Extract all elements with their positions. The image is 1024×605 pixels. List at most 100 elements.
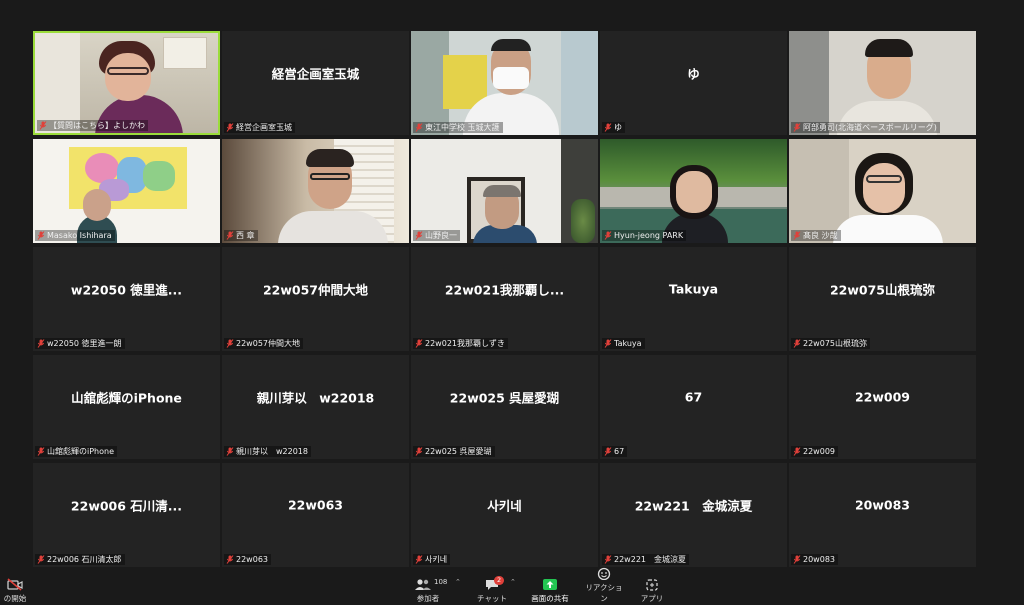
participant-tile[interactable]: 22w021我那覇し... 22w021我那覇しずき [411, 247, 598, 351]
participant-name-label: 西 章 [224, 230, 258, 241]
participant-name-label: w22050 徳里進一朗 [35, 338, 125, 349]
participant-tile[interactable]: 山野良一 [411, 139, 598, 243]
participant-name-text: Takuya [614, 339, 642, 348]
participant-name-text: 東江中学校 玉城大護 [425, 123, 500, 132]
start-video-label: の開始 [3, 594, 27, 603]
participant-tile[interactable]: 22w025 呉屋愛瑚 22w025 呉屋愛瑚 [411, 355, 598, 459]
share-screen-button[interactable]: 画面の共有 [527, 578, 573, 604]
participant-name-label: 20w083 [791, 554, 838, 565]
participant-name-text: 髙良 沙哉 [803, 231, 838, 240]
participant-name-label: 22w221 金城涼夏 [602, 554, 689, 565]
reactions-label: リアクション [585, 583, 623, 603]
participant-display-name: 親川芽以 w22018 [256, 390, 375, 406]
mic-muted-icon [226, 231, 234, 240]
mic-muted-icon [226, 447, 234, 456]
mic-muted-icon [793, 123, 801, 132]
participant-tile[interactable]: 22w006 石川清... 22w006 石川清太郎 [33, 463, 220, 567]
mic-muted-icon [415, 123, 423, 132]
participant-tile[interactable]: 22w063 22w063 [222, 463, 409, 567]
participant-tile[interactable]: Masako Ishihara [33, 139, 220, 243]
chat-caret-icon[interactable]: ⌃ [510, 578, 516, 586]
participant-display-name: 22w006 石川清... [70, 498, 183, 514]
participant-name-text: 67 [614, 447, 625, 456]
participant-tile[interactable]: 山舘彪輝のiPhone 山舘彪輝のiPhone [33, 355, 220, 459]
mic-muted-icon [604, 339, 612, 348]
participant-name-label: 山野良一 [413, 230, 460, 241]
mic-muted-icon [37, 447, 45, 456]
participants-button[interactable]: 108 参加者 [408, 578, 448, 604]
participant-name-label: 67 [602, 446, 628, 457]
mic-muted-icon [226, 555, 234, 564]
participant-tile[interactable]: 阿部勇司(北海道ベースボールリーグ) [789, 31, 976, 135]
participants-caret-icon[interactable]: ⌃ [455, 578, 461, 586]
participant-display-name: 22w057仲間大地 [262, 282, 369, 298]
mic-muted-icon [37, 231, 45, 240]
participant-tile[interactable]: 親川芽以 w22018 親川芽以 w22018 [222, 355, 409, 459]
participant-name-text: 22w025 呉屋愛瑚 [425, 447, 492, 456]
participant-display-name: Takuya [668, 281, 719, 297]
reactions-icon [597, 567, 611, 580]
participant-name-label: 사키네 [413, 554, 451, 565]
video-gallery: 【質問はこちら】よしかわ 経営企画室玉城 経営企画室玉城 東江中学校 玉城大護 ゆ … [33, 31, 976, 568]
participant-tile[interactable]: w22050 徳里進... w22050 徳里進一朗 [33, 247, 220, 351]
participant-tile[interactable]: 経営企画室玉城 経営企画室玉城 [222, 31, 409, 135]
participant-tile[interactable]: Takuya Takuya [600, 247, 787, 351]
share-screen-icon [543, 579, 557, 590]
participant-name-text: 22w009 [803, 447, 835, 456]
participant-name-label: 22w063 [224, 554, 271, 565]
participant-name-label: 22w075山根琉弥 [791, 338, 870, 349]
participant-name-label: 22w006 石川清太郎 [35, 554, 125, 565]
participant-name-text: ゆ [614, 123, 622, 132]
participant-tile[interactable]: 西 章 [222, 139, 409, 243]
participant-tile[interactable]: Hyun-jeong PARK [600, 139, 787, 243]
participant-display-name: 山舘彪輝のiPhone [71, 390, 182, 406]
participant-name-text: 西 章 [236, 231, 255, 240]
participant-display-name: w22050 徳里進... [70, 282, 183, 298]
participant-name-text: 22w075山根琉弥 [803, 339, 867, 348]
participant-display-name: 20w083 [854, 497, 911, 513]
mic-muted-icon [415, 339, 423, 348]
participant-name-label: Takuya [602, 338, 645, 349]
reactions-button[interactable]: リアクション [582, 567, 626, 604]
chat-button[interactable]: 2 チャット [474, 576, 510, 604]
participant-name-label: 22w057仲間大地 [224, 338, 303, 349]
participant-name-label: 東江中学校 玉城大護 [413, 122, 503, 133]
mic-muted-icon [604, 123, 612, 132]
participant-name-text: Masako Ishihara [47, 231, 112, 240]
participants-label: 参加者 [416, 594, 440, 603]
participant-tile[interactable]: 【質問はこちら】よしかわ [33, 31, 220, 135]
participant-name-text: 22w221 金城涼夏 [614, 555, 686, 564]
mic-muted-icon [604, 555, 612, 564]
participant-name-text: 【質問はこちら】よしかわ [49, 121, 145, 130]
apps-label: アプリ [640, 594, 664, 603]
mic-muted-icon [793, 447, 801, 456]
participant-name-text: 22w057仲間大地 [236, 339, 300, 348]
participant-name-label: ゆ [602, 122, 625, 133]
participant-display-name: ゆ [687, 66, 700, 82]
mic-muted-icon [226, 339, 234, 348]
participant-tile[interactable]: 東江中学校 玉城大護 [411, 31, 598, 135]
participant-tile[interactable]: 사키네 사키네 [411, 463, 598, 567]
participant-name-text: 22w063 [236, 555, 268, 564]
mic-muted-icon [793, 339, 801, 348]
mic-muted-icon [415, 231, 423, 240]
participants-count: 108 [434, 578, 448, 586]
participant-tile[interactable]: 22w009 22w009 [789, 355, 976, 459]
participant-name-label: Masako Ishihara [35, 230, 115, 241]
participant-tile[interactable]: 67 67 [600, 355, 787, 459]
participant-tile[interactable]: 20w083 20w083 [789, 463, 976, 567]
participants-icon [415, 579, 431, 590]
participant-display-name: 67 [684, 389, 703, 405]
participant-tile[interactable]: 22w057仲間大地 22w057仲間大地 [222, 247, 409, 351]
participant-tile[interactable]: ゆ ゆ [600, 31, 787, 135]
participant-display-name: 22w221 金城涼夏 [634, 498, 753, 514]
participant-name-label: 【質問はこちら】よしかわ [37, 120, 148, 131]
start-video-button[interactable]: の開始 [0, 578, 30, 604]
mic-muted-icon [415, 555, 423, 564]
participant-tile[interactable]: 髙良 沙哉 [789, 139, 976, 243]
participant-tile[interactable]: 22w221 金城涼夏 22w221 金城涼夏 [600, 463, 787, 567]
apps-button[interactable]: アプリ [638, 578, 666, 604]
participant-tile[interactable]: 22w075山根琉弥 22w075山根琉弥 [789, 247, 976, 351]
participant-name-label: 阿部勇司(北海道ベースボールリーグ) [791, 122, 940, 133]
chat-label: チャット [477, 594, 507, 603]
